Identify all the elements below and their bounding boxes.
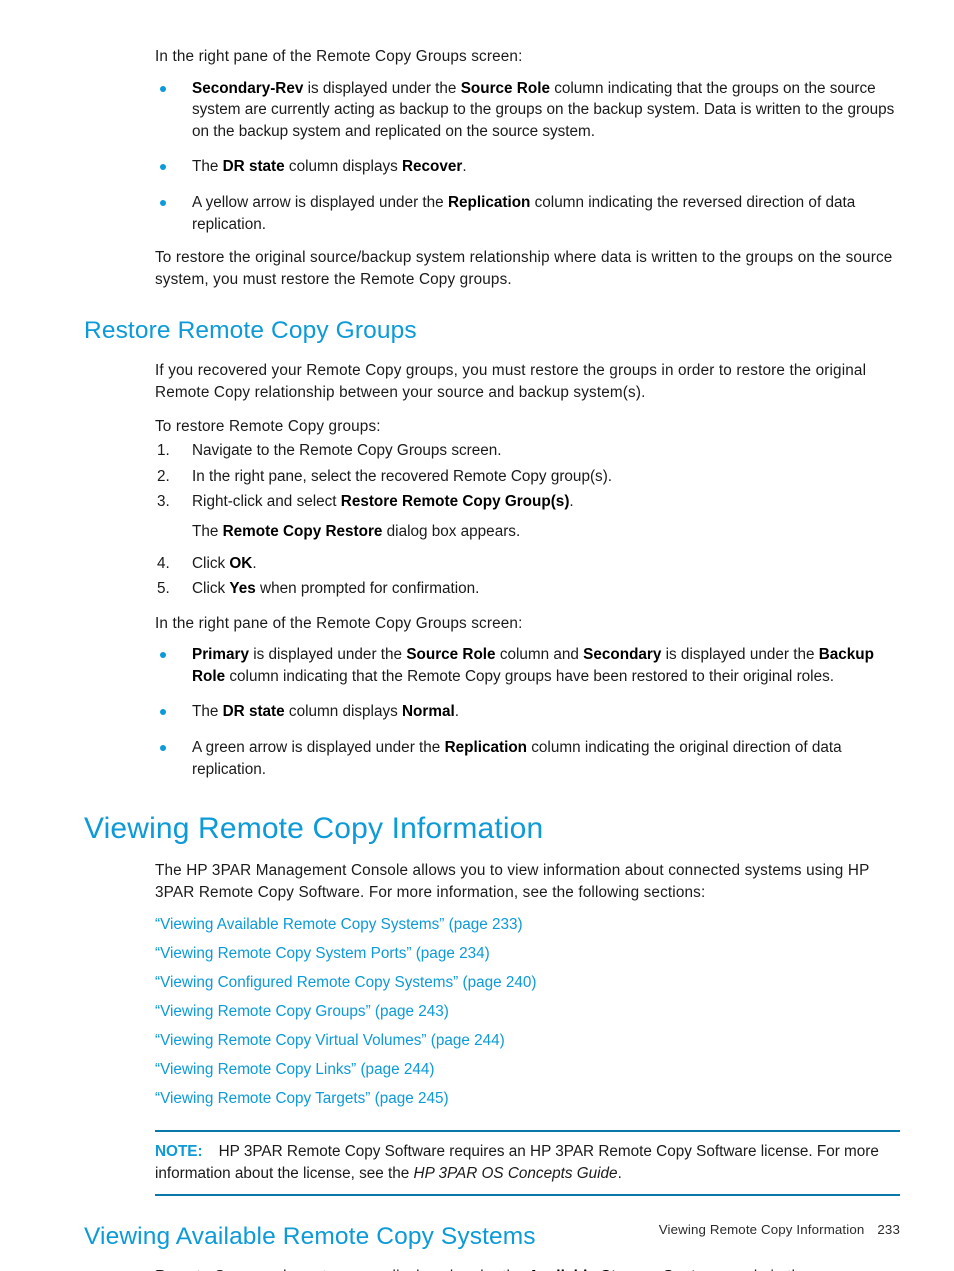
footer-page-number: 233 [877,1222,900,1237]
bullet-dot-icon [160,164,166,171]
cross-reference-list-item: “Viewing Configured Remote Copy Systems”… [84,973,900,993]
cross-reference-list-item: “Viewing Remote Copy Groups” (page 243) [84,1002,900,1022]
numbered-step-item: 3. Right-click and select Restore Remote … [84,490,900,514]
step-text: In the right pane, select the recovered … [192,467,613,485]
bullet-list-item: A yellow arrow is displayed under the Re… [84,192,900,235]
bullet-list-item: The DR state column displays Recover. [84,156,900,178]
restore-intro-paragraph: If you recovered your Remote Copy groups… [155,362,867,401]
viewing-intro-paragraph: The HP 3PAR Management Console allows yo… [155,862,870,901]
cross-reference-list-item: “Viewing Remote Copy Targets” (page 245) [84,1089,900,1109]
footer-title: Viewing Remote Copy Information [658,1222,865,1237]
step-number: 1. [157,442,170,460]
restore-result-intro-paragraph: In the right pane of the Remote Copy Gro… [155,614,523,632]
note-label: NOTE: [155,1143,203,1161]
bullet-list-item-text: Primary is displayed under the Source Ro… [192,646,874,685]
page-footer: Viewing Remote Copy Information 233 [84,1222,900,1237]
bullet-list-item: Primary is displayed under the Source Ro… [84,644,900,687]
cross-reference-list-item: “Viewing Remote Copy System Ports” (page… [84,944,900,964]
note-admonition: NOTE: HP 3PAR Remote Copy Software requir… [155,1130,900,1196]
step-number: 5. [157,580,170,598]
restore-result-bullet-list: Primary is displayed under the Source Ro… [84,644,900,780]
cross-reference-list-item: “Viewing Remote Copy Links” (page 244) [84,1060,900,1080]
bullet-list-item-text: A green arrow is displayed under the Rep… [192,739,842,778]
note-body: NOTE: HP 3PAR Remote Copy Software requir… [155,1132,900,1193]
step-text: Right-click and select Restore Remote Co… [192,493,574,511]
recover-outro-paragraph: To restore the original source/backup sy… [155,249,893,288]
step-text: Click Yes when prompted for confirmation… [192,580,480,598]
cross-reference-list-item: “Viewing Available Remote Copy Systems” … [84,915,900,935]
bullet-list-item-text: The DR state column displays Normal. [192,703,459,721]
heading-restore-remote-copy-groups: Restore Remote Copy Groups [84,317,417,345]
numbered-step-item: 4. Click OK. [84,552,900,576]
cross-reference-list-item: “Viewing Remote Copy Virtual Volumes” (p… [84,1031,900,1051]
numbered-step-item: 5. Click Yes when prompted for confirmati… [84,577,900,601]
cross-reference-link[interactable]: “Viewing Remote Copy Links” (page 244) [155,1061,434,1078]
bullet-dot-icon [160,199,166,206]
bullet-list-item: Secondary-Rev is displayed under the Sou… [84,78,900,143]
recover-intro-paragraph: In the right pane of the Remote Copy Gro… [155,48,523,65]
step-number: 2. [157,467,170,485]
bullet-list-item-text: A yellow arrow is displayed under the Re… [192,193,856,233]
cross-reference-link[interactable]: “Viewing Remote Copy Targets” (page 245) [155,1090,449,1107]
bullet-list-item: A green arrow is displayed under the Rep… [84,737,900,780]
cross-reference-link[interactable]: “Viewing Remote Copy Groups” (page 243) [155,1003,449,1020]
numbered-step-item: 1. Navigate to the Remote Copy Groups scr… [84,439,900,463]
page-content: In the right pane of the Remote Copy Gro… [84,46,900,1271]
step-text: Navigate to the Remote Copy Groups scree… [192,442,502,460]
step-text: Click OK. [192,554,257,572]
bullet-dot-icon [160,745,166,752]
cross-reference-link[interactable]: “Viewing Remote Copy System Ports” (page… [155,945,490,962]
bullet-list-item: The DR state column displays Normal. [84,701,900,723]
available-body-paragraph: Remote Copy-ready systems are displayed … [84,1266,900,1271]
cross-reference-link[interactable]: “Viewing Available Remote Copy Systems” … [155,916,523,933]
numbered-step-item: 2. In the right pane, select the recovere… [84,465,900,489]
bullet-list-item-text: The DR state column displays Recover. [192,158,467,176]
bullet-dot-icon [160,709,166,716]
cross-reference-link[interactable]: “Viewing Configured Remote Copy Systems”… [155,974,536,991]
step-number: 4. [157,554,170,572]
note-text: HP 3PAR Remote Copy Software requires an… [155,1143,879,1183]
cross-reference-link[interactable]: “Viewing Remote Copy Virtual Volumes” (p… [155,1032,505,1049]
document-page: In the right pane of the Remote Copy Gro… [0,0,954,1271]
step-number: 3. [157,493,170,511]
bullet-list-item-text: Secondary-Rev is displayed under the Sou… [192,79,895,140]
restore-lead-in-paragraph: To restore Remote Copy groups: [155,417,381,435]
heading-viewing-remote-copy-information: Viewing Remote Copy Information [84,812,544,846]
cross-reference-link-list: “Viewing Available Remote Copy Systems” … [84,915,900,1109]
bullet-dot-icon [160,652,166,659]
step-result-text: The Remote Copy Restore dialog box appea… [192,522,521,540]
recover-bullet-list: Secondary-Rev is displayed under the Sou… [84,78,900,236]
restore-steps-list: 1. Navigate to the Remote Copy Groups scr… [84,439,900,601]
bullet-dot-icon [160,85,166,92]
